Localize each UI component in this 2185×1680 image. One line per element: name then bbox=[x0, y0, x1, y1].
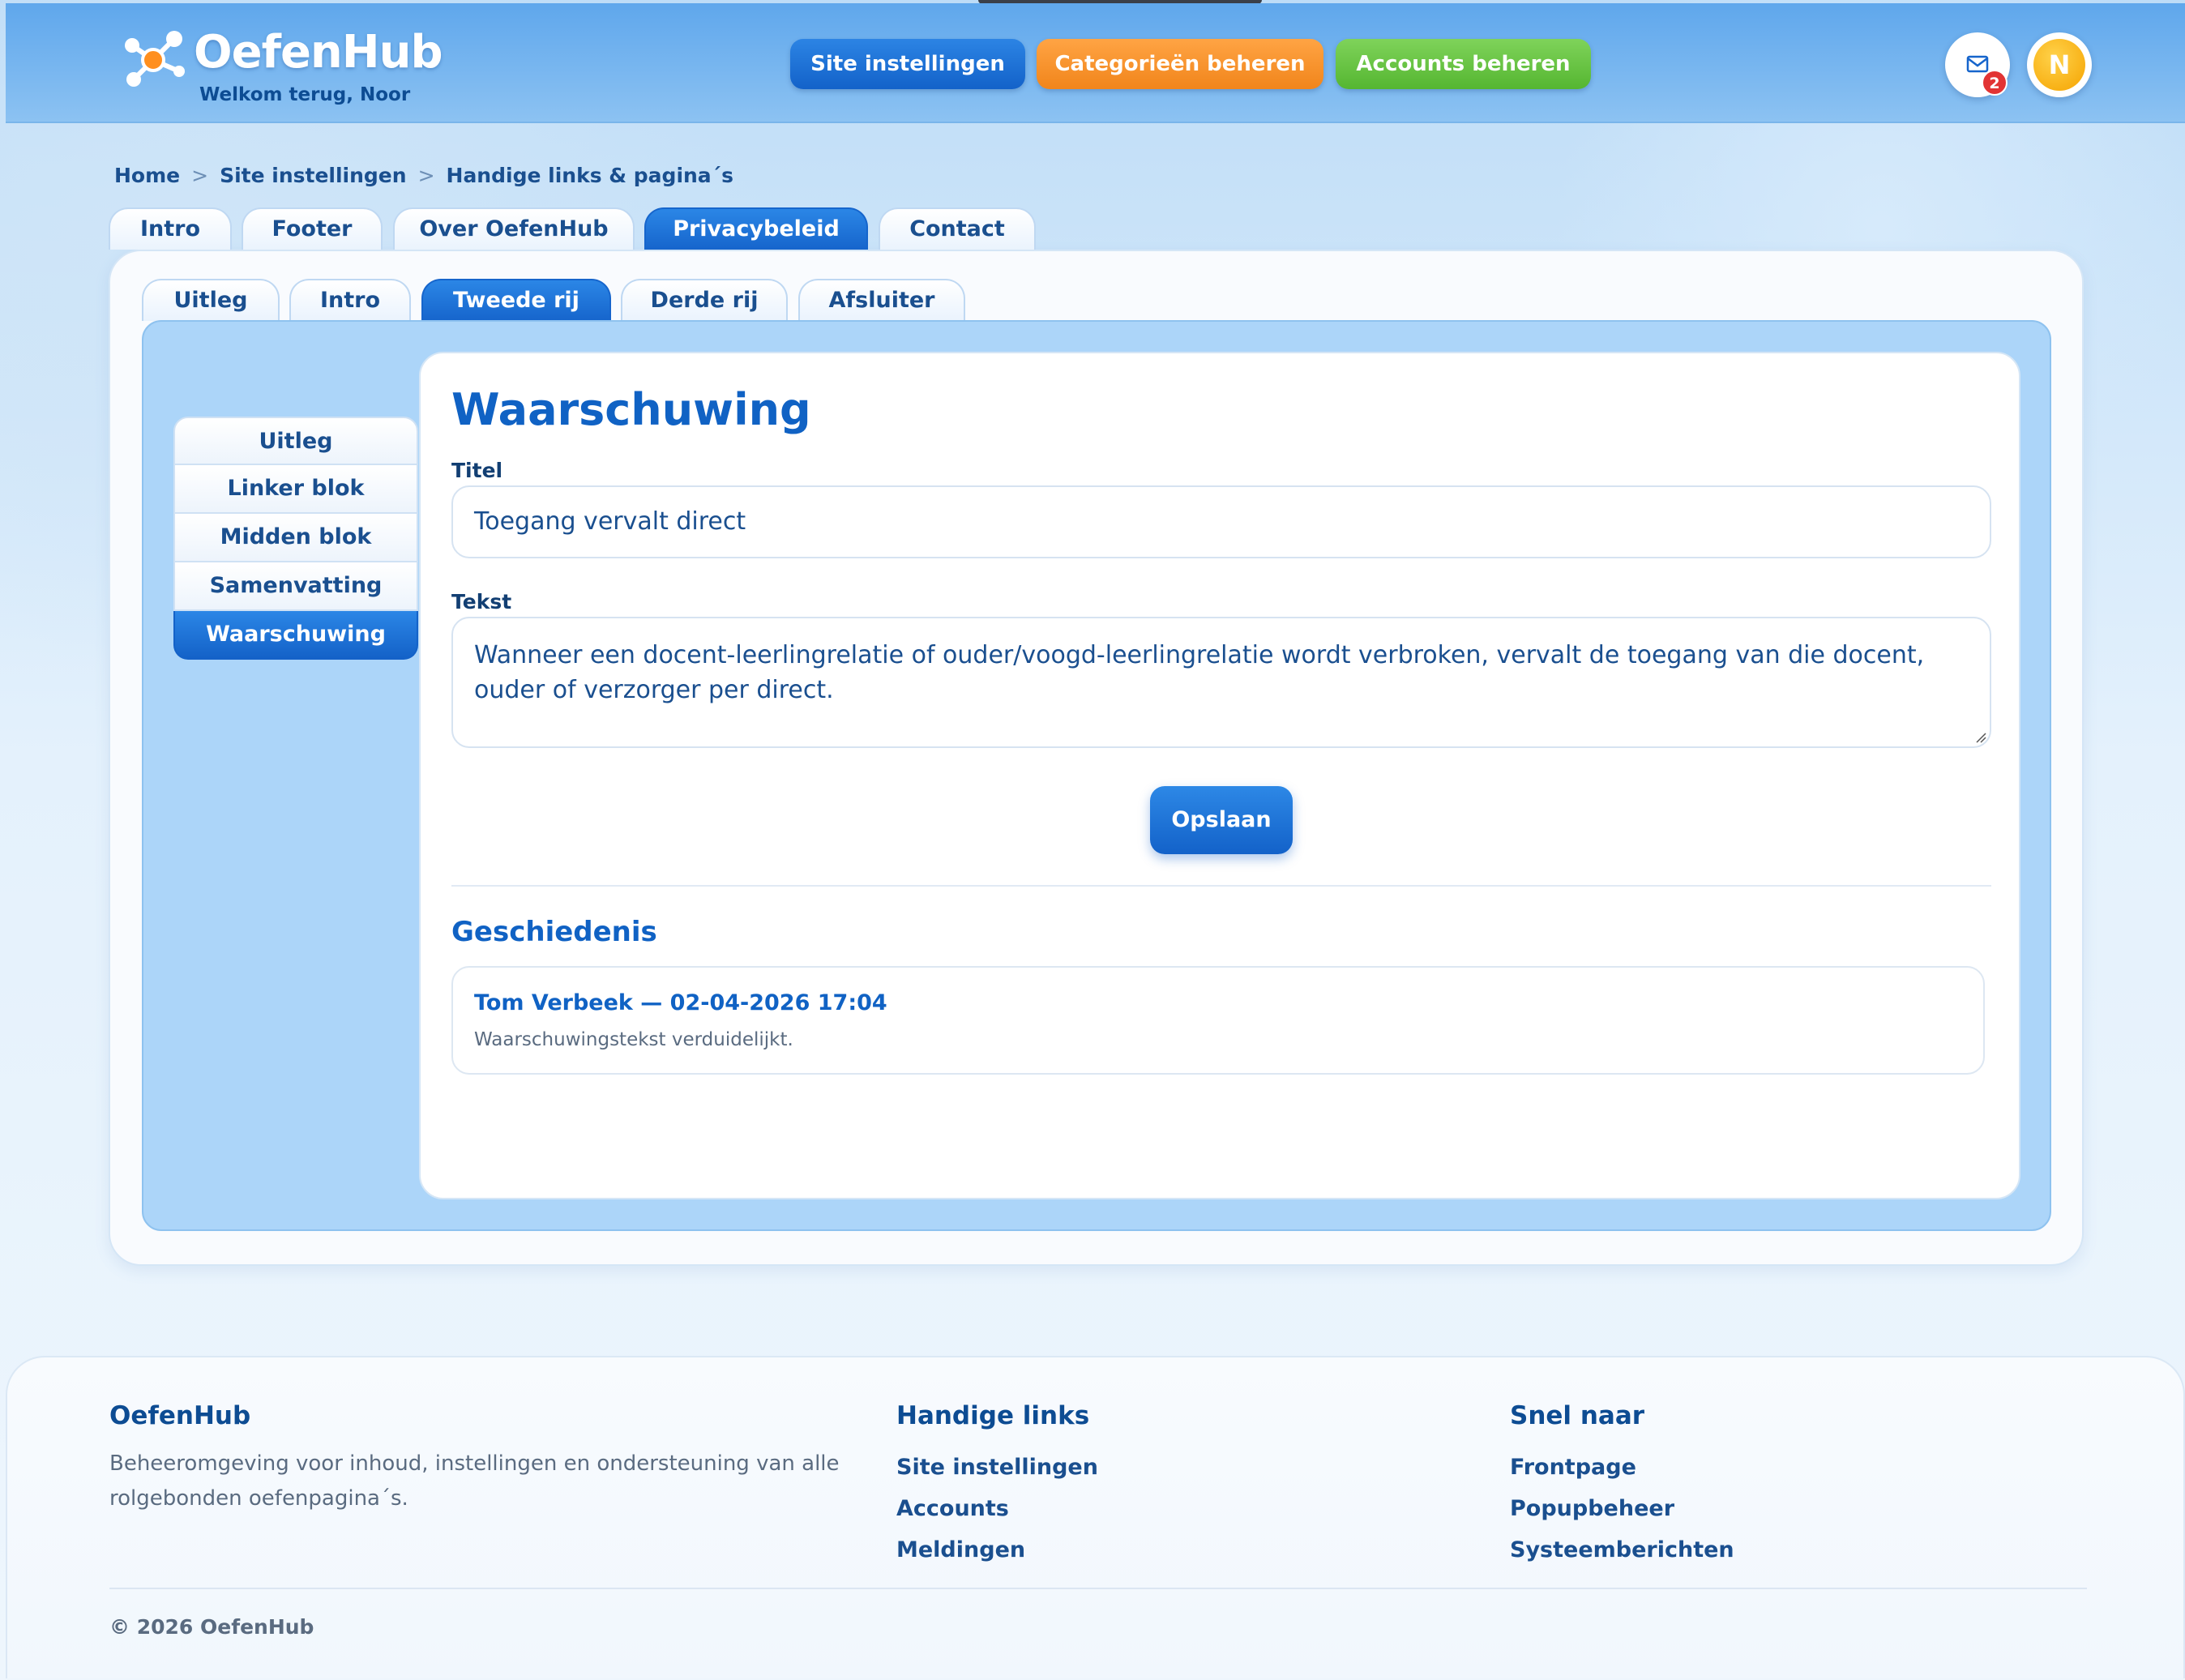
footer-link-site-settings[interactable]: Site instellingen bbox=[896, 1447, 1098, 1488]
footer-brand-description: Beheeromgeving voor inhoud, instellingen… bbox=[109, 1451, 840, 1511]
side-item-waarschuwing[interactable]: Waarschuwing bbox=[173, 611, 418, 660]
history-entry-author-date: Tom Verbeek — 02-04-2026 17:04 bbox=[474, 990, 887, 1015]
text-textarea[interactable]: Wanneer een docent-leerlingrelatie of ou… bbox=[451, 617, 1991, 748]
breadcrumb-separator: > bbox=[191, 164, 209, 187]
title-label: Titel bbox=[451, 459, 503, 482]
editor-card: Waarschuwing Titel Toegang vervalt direc… bbox=[419, 352, 2020, 1199]
breadcrumb-site-settings[interactable]: Site instellingen bbox=[220, 164, 407, 187]
side-item-linker-blok[interactable]: Linker blok bbox=[173, 465, 418, 514]
footer-brand-heading: OefenHub bbox=[109, 1401, 251, 1430]
avatar: N bbox=[2033, 39, 2085, 91]
side-item-samenvatting[interactable]: Samenvatting bbox=[173, 562, 418, 611]
tab-contact[interactable]: Contact bbox=[879, 207, 1036, 250]
app-name: OefenHub bbox=[194, 26, 443, 79]
footer-links-heading: Handige links bbox=[896, 1401, 1090, 1430]
tab-privacybeleid[interactable]: Privacybeleid bbox=[644, 207, 868, 250]
welcome-text: Welkom terug, Noor bbox=[199, 84, 411, 105]
subtab-tweede-rij[interactable]: Tweede rij bbox=[421, 279, 611, 321]
text-label: Tekst bbox=[451, 590, 512, 613]
footer-quick-heading: Snel naar bbox=[1510, 1401, 1645, 1430]
breadcrumb-home[interactable]: Home bbox=[114, 164, 180, 187]
site-footer: OefenHub Beheeromgeving voor inhoud, ins… bbox=[6, 1356, 2185, 1678]
save-button[interactable]: Opslaan bbox=[1150, 786, 1293, 854]
history-title: Geschiedenis bbox=[451, 916, 657, 948]
section-side-menu: Uitleg Linker blok Midden blok Samenvatt… bbox=[173, 417, 418, 660]
tab-intro[interactable]: Intro bbox=[109, 207, 232, 250]
tab-footer[interactable]: Footer bbox=[242, 207, 383, 250]
footer-link-popup-management[interactable]: Popupbeheer bbox=[1510, 1488, 1734, 1529]
messages-button[interactable]: 2 bbox=[1945, 32, 2010, 97]
footer-links-column: Handige links Site instellingen Accounts… bbox=[896, 1401, 1098, 1571]
subtab-uitleg[interactable]: Uitleg bbox=[142, 279, 280, 321]
history-entry-text: Waarschuwingstekst verduidelijkt. bbox=[474, 1029, 793, 1050]
history-entry: Tom Verbeek — 02-04-2026 17:04 Waarschuw… bbox=[451, 966, 1985, 1075]
logo[interactable]: OefenHub Welkom terug, Noor bbox=[116, 23, 443, 112]
user-avatar-button[interactable]: N bbox=[2027, 32, 2092, 97]
editor-title: Waarschuwing bbox=[451, 384, 811, 435]
footer-brand-column: OefenHub Beheeromgeving voor inhoud, ins… bbox=[109, 1401, 863, 1516]
network-logo-icon bbox=[125, 31, 185, 87]
breadcrumb: Home > Site instellingen > Handige links & p… bbox=[114, 164, 733, 187]
site-settings-button[interactable]: Site instellingen bbox=[790, 39, 1025, 89]
tab-over-oefenhub[interactable]: Over OefenHub bbox=[393, 207, 635, 250]
copyright: © 2026 OefenHub bbox=[109, 1615, 314, 1639]
manage-categories-button[interactable]: Categorieën beheren bbox=[1037, 39, 1323, 89]
footer-link-notifications[interactable]: Meldingen bbox=[896, 1529, 1098, 1571]
divider bbox=[451, 885, 1991, 887]
manage-accounts-button[interactable]: Accounts beheren bbox=[1336, 39, 1591, 89]
side-item-midden-blok[interactable]: Midden blok bbox=[173, 514, 418, 562]
mail-icon bbox=[1966, 55, 1989, 73]
title-input[interactable]: Toegang vervalt direct bbox=[451, 485, 1991, 558]
unread-badge: 2 bbox=[1982, 70, 2008, 96]
page-background: OefenHub Welkom terug, Noor Site instell… bbox=[0, 0, 2185, 1680]
site-header: OefenHub Welkom terug, Noor Site instell… bbox=[6, 3, 2185, 123]
resize-handle-icon[interactable] bbox=[1975, 732, 1986, 743]
footer-link-system-messages[interactable]: Systeemberichten bbox=[1510, 1529, 1734, 1571]
breadcrumb-separator: > bbox=[417, 164, 435, 187]
subtab-afsluiter[interactable]: Afsluiter bbox=[798, 279, 965, 321]
footer-link-accounts[interactable]: Accounts bbox=[896, 1488, 1098, 1529]
breadcrumb-current: Handige links & pagina´s bbox=[446, 164, 734, 187]
side-item-uitleg[interactable]: Uitleg bbox=[173, 417, 418, 465]
textarea-value: Wanneer een docent-leerlingrelatie of ou… bbox=[474, 641, 1925, 704]
footer-quick-column: Snel naar Frontpage Popupbeheer Systeemb… bbox=[1510, 1401, 1734, 1571]
footer-link-frontpage[interactable]: Frontpage bbox=[1510, 1447, 1734, 1488]
subtab-intro[interactable]: Intro bbox=[289, 279, 411, 321]
subtab-derde-rij[interactable]: Derde rij bbox=[621, 279, 788, 321]
footer-divider bbox=[109, 1588, 2087, 1589]
